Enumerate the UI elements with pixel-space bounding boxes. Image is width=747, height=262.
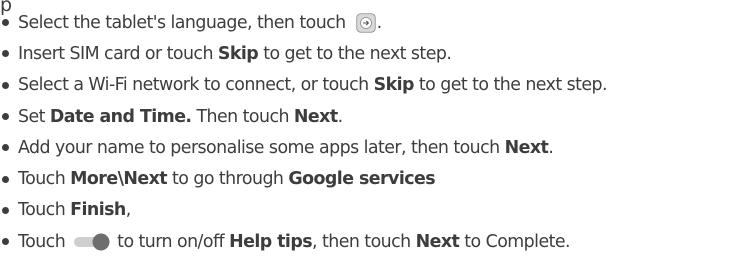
- step-text: Select the tablet's language, then touch: [18, 12, 351, 33]
- step-text: Insert SIM card or touch: [18, 43, 218, 64]
- bold-term: Skip: [217, 43, 259, 64]
- bold-term: Next: [293, 106, 338, 127]
- step-text: Add your name to personalise some apps l…: [18, 137, 505, 158]
- step-text: to get to the next step.: [413, 75, 608, 96]
- bullet-icon: [2, 144, 9, 152]
- step-item: Add your name to personalise some apps l…: [2, 132, 607, 163]
- bullet-icon: [2, 206, 9, 214]
- step-text: .: [337, 106, 344, 127]
- step-item: Touch to turn on/off Help tips, then touc…: [2, 226, 607, 257]
- bold-term: More\Next: [70, 169, 168, 190]
- step-text: .: [548, 137, 554, 158]
- step-text: , then touch: [312, 231, 416, 252]
- toggle-icon: [74, 233, 110, 251]
- bullet-icon: [2, 175, 9, 183]
- bold-term: Google services: [288, 169, 436, 190]
- step-text: ,: [125, 200, 132, 221]
- bold-term: Next: [504, 137, 549, 158]
- step-item: Select the tablet's language, then touch…: [2, 7, 607, 38]
- step-text: to turn on/off: [117, 231, 230, 252]
- bold-term: Skip: [373, 75, 415, 96]
- bold-term: Finish: [70, 200, 126, 221]
- step-text: Touch: [18, 169, 71, 190]
- step-text: Touch: [18, 231, 66, 252]
- step-text: Then touch: [191, 106, 294, 127]
- bullet-icon: [2, 238, 9, 246]
- bold-term: Next: [415, 231, 460, 252]
- bold-term: Date and Time.: [49, 106, 192, 127]
- step-text: to get to the next step.: [258, 43, 452, 64]
- step-item: Insert SIM card or touch Skip to get to …: [2, 38, 607, 69]
- bold-term: Help tips: [229, 231, 313, 252]
- bullet-icon: [2, 19, 9, 27]
- step-text: Touch: [18, 200, 71, 221]
- bullet-icon: [2, 50, 9, 58]
- step-text: Select a Wi-Fi network to connect, or to…: [18, 75, 374, 96]
- next-arrow-icon: [355, 12, 376, 33]
- step-text: Set: [18, 106, 50, 127]
- step-text: to Complete.: [459, 231, 571, 252]
- step-text: .: [376, 12, 383, 33]
- step-item: Touch Finish,: [2, 195, 607, 226]
- bullet-icon: [2, 81, 9, 89]
- step-item: Set Date and Time. Then touch Next.: [2, 101, 607, 132]
- step-item: Touch More\Next to go through Google ser…: [2, 163, 607, 194]
- step-text: to go through: [167, 169, 289, 190]
- setup-steps-list: Select the tablet's language, then touch…: [2, 7, 608, 257]
- bullet-icon: [2, 113, 9, 121]
- step-item: Select a Wi-Fi network to connect, or to…: [2, 70, 608, 101]
